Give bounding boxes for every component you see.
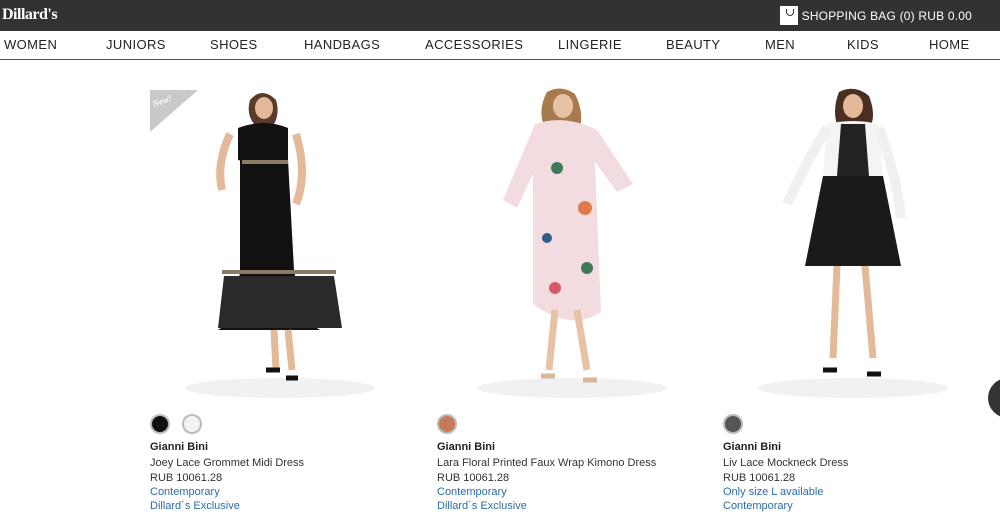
product-brand[interactable]: Gianni Bini bbox=[150, 441, 208, 453]
nav-item-handbags[interactable]: HANDBAGS bbox=[304, 37, 380, 52]
product-price: RUB 10061.28 bbox=[723, 472, 796, 484]
nav-item-beauty[interactable]: BEAUTY bbox=[666, 37, 720, 52]
nav-item-shoes[interactable]: SHOES bbox=[210, 37, 258, 52]
shopping-bag-icon bbox=[779, 6, 798, 25]
product-tag-link[interactable]: Dillard´s Exclusive bbox=[437, 500, 527, 512]
product-name[interactable]: Lara Floral Printed Faux Wrap Kimono Dre… bbox=[437, 457, 656, 469]
product-name[interactable]: Joey Lace Grommet Midi Dress bbox=[150, 457, 304, 469]
color-swatch-black[interactable] bbox=[150, 414, 170, 434]
product-tag-link[interactable]: Contemporary bbox=[723, 500, 793, 512]
product-card[interactable] bbox=[437, 88, 677, 404]
color-swatches bbox=[437, 414, 457, 434]
product-card[interactable] bbox=[723, 88, 963, 404]
product-brand[interactable]: Gianni Bini bbox=[437, 441, 495, 453]
product-tag-link[interactable]: Only size L available bbox=[723, 486, 823, 498]
nav-item-accessories[interactable]: ACCESSORIES bbox=[425, 37, 523, 52]
product-image[interactable]: New! bbox=[150, 88, 390, 404]
product-image[interactable] bbox=[723, 88, 963, 404]
dillards-logo[interactable]: Dillard's bbox=[2, 6, 58, 24]
nav-item-juniors[interactable]: JUNIORS bbox=[106, 37, 166, 52]
product-image[interactable] bbox=[437, 88, 677, 404]
product-tag-link[interactable]: Contemporary bbox=[150, 486, 220, 498]
nav-item-women[interactable]: WOMEN bbox=[4, 37, 57, 52]
color-swatch-black-white[interactable] bbox=[723, 414, 743, 434]
product-card[interactable]: New! bbox=[150, 88, 390, 404]
floating-chat-button[interactable] bbox=[988, 378, 1000, 418]
color-swatches bbox=[723, 414, 743, 434]
product-brand[interactable]: Gianni Bini bbox=[723, 441, 781, 453]
shopping-bag-button[interactable]: SHOPPING BAG (0) RUB 0.00 bbox=[779, 6, 972, 25]
nav-item-lingerie[interactable]: LINGERIE bbox=[558, 37, 622, 52]
product-price: RUB 10061.28 bbox=[437, 472, 510, 484]
color-swatch-white[interactable] bbox=[182, 414, 202, 434]
nav-item-men[interactable]: MEN bbox=[765, 37, 795, 52]
nav-item-kids[interactable]: KIDS bbox=[847, 37, 879, 52]
product-price: RUB 10061.28 bbox=[150, 472, 223, 484]
main-nav: WOMEN JUNIORS SHOES HANDBAGS ACCESSORIES… bbox=[0, 31, 1000, 60]
nav-item-home[interactable]: HOME bbox=[929, 37, 970, 52]
color-swatches bbox=[150, 414, 202, 434]
product-name[interactable]: Liv Lace Mockneck Dress bbox=[723, 457, 848, 469]
shopping-bag-label: SHOPPING BAG (0) RUB 0.00 bbox=[801, 8, 972, 23]
top-bar: Dillard's SHOPPING BAG (0) RUB 0.00 bbox=[0, 0, 1000, 31]
color-swatch-floral[interactable] bbox=[437, 414, 457, 434]
product-tag-link[interactable]: Contemporary bbox=[437, 486, 507, 498]
product-tag-link[interactable]: Dillard´s Exclusive bbox=[150, 500, 240, 512]
